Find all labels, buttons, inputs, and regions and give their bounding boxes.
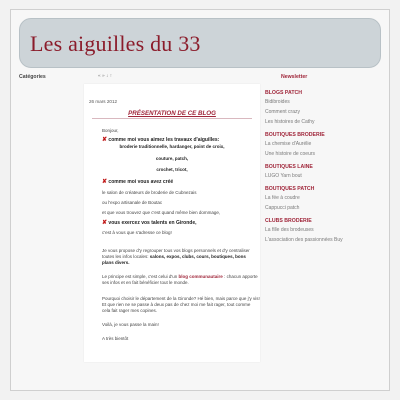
- post-nav[interactable]: « » ↓ ↑: [98, 74, 112, 79]
- title-divider: [92, 118, 252, 119]
- section-title: BOUTIQUES BRODERIE: [265, 132, 325, 138]
- section-blogs-patch: BLOGS PATCH Bidibroides Comment crazy Le…: [265, 90, 373, 125]
- para-principe-1a: Le principe est simple, c'est celui d'un: [102, 274, 178, 279]
- section-title: BLOGS PATCH: [265, 90, 302, 96]
- bullet-mark-icon: ✘: [102, 220, 108, 226]
- para-principe-2: ses infos et en fait bénéficier tout le …: [102, 280, 189, 285]
- sidebar-link[interactable]: Comment crazy: [265, 109, 373, 115]
- q1-line-1: broderie traditionnelle, hardanger, poin…: [119, 144, 225, 149]
- section-boutiques-laine: BOUTIQUES LAINE LUGO Yarn bout: [265, 164, 373, 179]
- newsletter-heading[interactable]: Newsletter: [281, 74, 373, 80]
- para-expo: ou l'expo artisanale de Boutac: [102, 200, 163, 205]
- para-adresse: c'est à vous que s'adresse ce blog!: [102, 230, 172, 235]
- blog-post: 26 mars 2012 PRÉSENTATION DE CE BLOG Bon…: [84, 84, 260, 362]
- q1-line-2: couture, patch,: [155, 156, 189, 161]
- para-propose-2a: toutes les infos locales:: [102, 254, 149, 259]
- post-date: 26 mars 2012: [89, 99, 118, 104]
- bullet-2-text: comme moi vous avez créé: [108, 179, 174, 185]
- post-title[interactable]: PRÉSENTATION DE CE BLOG: [84, 110, 260, 117]
- sidebar-link[interactable]: La fille des brodeuses: [265, 227, 373, 233]
- section-boutiques-patch: BOUTIQUES PATCH La fée à coudre Cappucci…: [265, 186, 373, 211]
- para-salon: le salon de créateurs de broderie de Cub…: [102, 190, 197, 195]
- blog-title[interactable]: Les aiguilles du 33: [30, 31, 201, 57]
- para-gironde-3: cela fait rager mes copines.: [102, 308, 158, 313]
- sidebar-link[interactable]: La fée à coudre: [265, 195, 373, 201]
- right-sidebar: Newsletter BLOGS PATCH Bidibroides Comme…: [265, 74, 373, 250]
- blog-header: Les aiguilles du 33: [19, 18, 381, 68]
- para-dommage: et que vous trouvez que c'est quand même…: [102, 210, 221, 215]
- para-propose-2b: salons, expos, clubs, cours, boutiques, …: [149, 254, 246, 259]
- sidebar-link[interactable]: LUGO Yarn bout: [265, 173, 373, 179]
- bullet-mark-icon: ✘: [102, 137, 108, 143]
- bullet-3: ✘ vous exercez vos talents en Gironde,: [102, 219, 197, 226]
- section-clubs-broderie: CLUBS BRODERIE La fille des brodeuses L'…: [265, 218, 373, 243]
- categories-heading: Catégories: [19, 74, 46, 80]
- left-sidebar: Catégories: [19, 74, 89, 80]
- para-principe-1c: : chacun apporte: [224, 274, 258, 279]
- sidebar-link[interactable]: Bidibroides: [265, 99, 373, 105]
- para-voila: Voilà, je vous passe la main!: [102, 322, 159, 327]
- sidebar-link[interactable]: Une histoire de coeurs: [265, 151, 373, 157]
- sidebar-link[interactable]: Les histoires de Cathy: [265, 119, 373, 125]
- para-bientot: A très bientôt: [102, 336, 129, 341]
- bullet-1-text: comme moi vous aimez les travaux d'aigui…: [108, 137, 220, 143]
- blog-communautaire-link[interactable]: blog communautaire: [179, 274, 223, 279]
- sidebar-link[interactable]: L'association des passionnées Buy: [265, 237, 373, 243]
- section-title: BOUTIQUES PATCH: [265, 186, 315, 192]
- section-title: CLUBS BRODERIE: [265, 218, 312, 224]
- section-boutiques-broderie: BOUTIQUES BRODERIE La chemise d'Aurélie …: [265, 132, 373, 157]
- bullet-1: ✘ comme moi vous aimez les travaux d'aig…: [102, 136, 219, 143]
- bullet-mark-icon: ✘: [102, 179, 108, 185]
- bullet-3-text: vous exercez vos talents en Gironde,: [108, 220, 197, 226]
- q1-line-3: crochet, tricot,: [156, 167, 188, 172]
- bullet-2: ✘ comme moi vous avez créé: [102, 178, 173, 185]
- sidebar-link[interactable]: Cappucci patch: [265, 205, 373, 211]
- section-title: BOUTIQUES LAINE: [265, 164, 313, 170]
- greeting: Bonjour,: [102, 128, 119, 133]
- para-propose-3: plans divers.: [102, 260, 130, 265]
- sidebar-link[interactable]: La chemise d'Aurélie: [265, 141, 373, 147]
